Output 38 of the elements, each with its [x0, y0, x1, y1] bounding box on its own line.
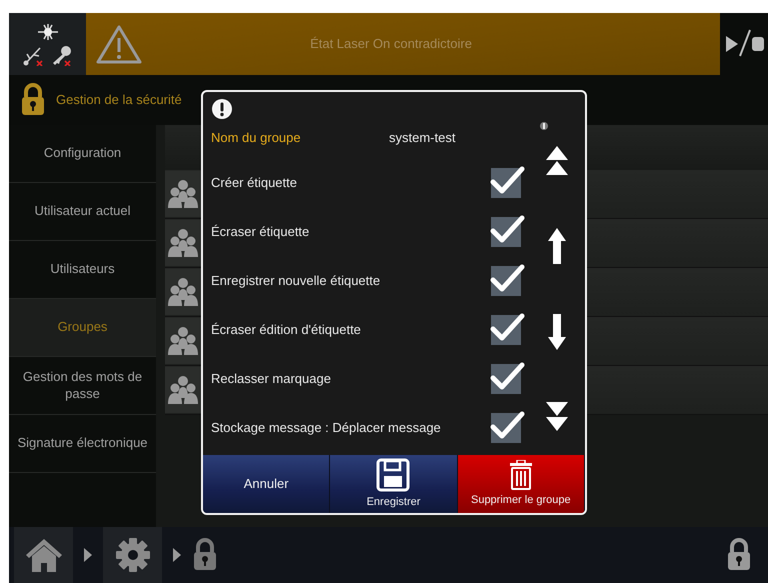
save-button[interactable]: Enregistrer [330, 455, 458, 513]
save-icon [376, 458, 410, 492]
delete-button[interactable]: Supprimer le groupe [458, 455, 585, 513]
permission-label: Stockage message : Déplacer message [211, 418, 441, 437]
settings-icon [114, 536, 152, 574]
arrow-down-icon[interactable] [548, 314, 566, 350]
permission-label: Enregistrer nouvelle étiquette [211, 272, 380, 290]
trash-icon [508, 460, 533, 490]
breadcrumb-arrow-icon [173, 548, 181, 562]
group-icon [167, 325, 199, 357]
field-label: Nom du groupe [211, 129, 302, 148]
scroll-indicator-icon [540, 122, 548, 130]
cancel-button[interactable]: Annuler [203, 455, 330, 513]
lock-icon[interactable] [726, 538, 752, 572]
permission-label: Créer étiquette [211, 174, 297, 192]
scroll-bottom-icon[interactable] [546, 402, 568, 432]
group-icon [167, 227, 199, 259]
warning-icon [96, 24, 142, 64]
sidebar-item[interactable]: Groupes [9, 299, 156, 357]
lock-icon [192, 538, 218, 572]
arrow-up-icon[interactable] [548, 228, 566, 264]
laser-icon [36, 22, 60, 42]
home-button[interactable] [14, 527, 73, 583]
permission-label: Écraser étiquette [211, 222, 310, 241]
field-value: system-test [389, 129, 456, 148]
home-icon [24, 536, 64, 574]
alert-icon [211, 98, 233, 120]
section-title: Gestion de la sécurité [56, 91, 182, 110]
settings-button[interactable] [103, 527, 162, 583]
permission-label: Reclasser marquage [211, 370, 331, 388]
breadcrumb-arrow-icon [84, 548, 92, 562]
lock-icon [20, 83, 46, 117]
permission-label: Écraser édition d'étiquette [211, 320, 361, 339]
banner-text: État Laser On contradictoire [309, 35, 473, 54]
group-icon [167, 276, 199, 308]
scroll-top-icon[interactable] [546, 146, 568, 176]
group-icon [167, 178, 199, 210]
group-icon [167, 374, 199, 406]
